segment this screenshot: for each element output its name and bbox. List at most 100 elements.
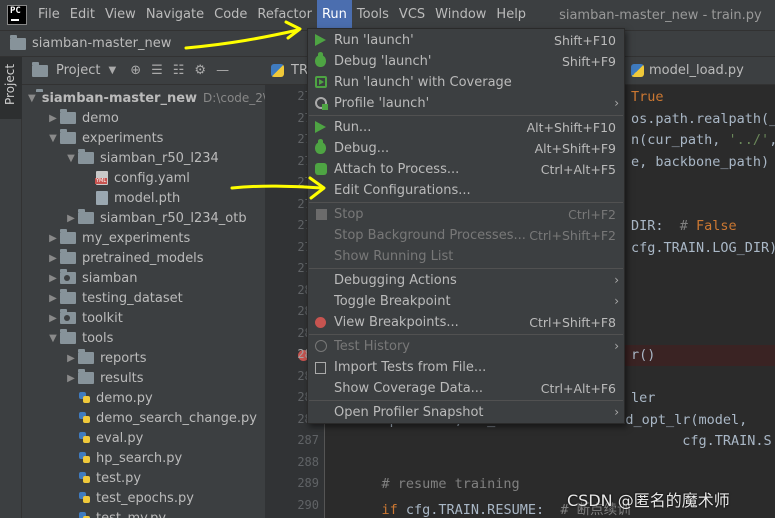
- python-file-icon: [78, 511, 92, 518]
- tree-item-path: D:\code_2\: [203, 91, 265, 105]
- tree-item[interactable]: model.pth: [22, 188, 265, 208]
- chevron-right-icon[interactable]: ▶: [46, 253, 60, 264]
- chevron-right-icon[interactable]: ▶: [46, 233, 60, 244]
- line-number: 287: [297, 433, 319, 447]
- folder-icon: [60, 129, 76, 144]
- menu-item-edit-configurations[interactable]: Edit Configurations...: [308, 180, 624, 201]
- menu-item-attach-to-process[interactable]: Attach to Process... Ctrl+Alt+F5: [308, 159, 624, 180]
- menu-item-shortcut: Shift+F9: [561, 54, 616, 69]
- menu-item-test-history[interactable]: Test History ›: [308, 336, 624, 357]
- expand-all-icon[interactable]: ☰: [151, 63, 163, 78]
- tool-window-strip: Project: [0, 57, 22, 518]
- menu-file[interactable]: File: [33, 0, 65, 30]
- menu-item-import-tests-from-file[interactable]: Import Tests from File...: [308, 357, 624, 378]
- menu-item-run[interactable]: Run... Alt+Shift+F10: [308, 117, 624, 138]
- menu-item-shortcut: Ctrl+Alt+F5: [540, 162, 616, 177]
- menu-item-show-coverage-data[interactable]: Show Coverage Data... Ctrl+Alt+F6: [308, 378, 624, 399]
- tree-item[interactable]: ▼ siamban_r50_l234: [22, 148, 265, 168]
- breadcrumb-project[interactable]: siamban-master_new: [32, 36, 171, 51]
- python-file-icon: [78, 431, 92, 445]
- tree-item[interactable]: hp_search.py: [22, 448, 265, 468]
- tree-item-label: results: [100, 370, 144, 386]
- collapse-all-icon[interactable]: ☷: [173, 63, 185, 78]
- chevron-down-icon[interactable]: ▼: [28, 93, 36, 104]
- project-panel-title[interactable]: Project: [56, 63, 100, 78]
- chevron-right-icon: ›: [614, 273, 619, 287]
- tree-item[interactable]: ▶ demo: [22, 108, 265, 128]
- menu-item-view-breakpoints[interactable]: View Breakpoints... Ctrl+Shift+F8: [308, 312, 624, 333]
- menu-item-debug-launch[interactable]: Debug 'launch' Shift+F9: [308, 51, 624, 72]
- tree-item[interactable]: ▼ siamban-master_new D:\code_2\: [22, 88, 265, 108]
- chevron-right-icon[interactable]: ▶: [64, 373, 78, 384]
- menu-bar: PC File Edit View Navigate Code Refactor Run To…: [0, 0, 775, 30]
- tree-item[interactable]: ▶ my_experiments: [22, 228, 265, 248]
- hide-icon[interactable]: —: [216, 63, 229, 78]
- menu-item-profile-launch[interactable]: Profile 'launch' ›: [308, 93, 624, 114]
- menu-item-shortcut: Ctrl+Alt+F6: [540, 381, 616, 396]
- editor-tab-model-load[interactable]: model_load.py: [629, 57, 744, 85]
- menu-code[interactable]: Code: [209, 0, 252, 30]
- menu-edit[interactable]: Edit: [65, 0, 100, 30]
- menu-run[interactable]: Run: [316, 0, 352, 30]
- menu-window[interactable]: Window: [430, 0, 491, 30]
- menu-item-stop-background-processes[interactable]: Stop Background Processes... Ctrl+Shift+F…: [308, 225, 624, 246]
- folder-icon: [10, 34, 26, 50]
- tree-item[interactable]: ▶ siamban_r50_l234_otb: [22, 208, 265, 228]
- menu-item-stop[interactable]: Stop Ctrl+F2: [308, 204, 624, 225]
- menu-item-show-running-list[interactable]: Show Running List: [308, 246, 624, 267]
- chevron-down-icon[interactable]: ▼: [64, 153, 78, 164]
- tree-item-label: demo.py: [96, 390, 153, 406]
- chevron-right-icon: ›: [614, 339, 619, 353]
- line-number: 288: [297, 454, 319, 469]
- tree-item[interactable]: demo.py: [22, 388, 265, 408]
- menu-item-run-launch[interactable]: Run 'launch' Shift+F10: [308, 30, 624, 51]
- chevron-right-icon[interactable]: ▶: [64, 353, 78, 364]
- menu-item-open-profiler-snapshot[interactable]: Open Profiler Snapshot ›: [308, 402, 624, 423]
- menu-item-debugging-actions[interactable]: Debugging Actions ›: [308, 270, 624, 291]
- menu-item-label: Debugging Actions: [334, 273, 457, 288]
- tree-item[interactable]: eval.py: [22, 428, 265, 448]
- menu-navigate[interactable]: Navigate: [141, 0, 209, 30]
- chevron-right-icon[interactable]: ▶: [46, 273, 60, 284]
- tree-item-label: tools: [82, 330, 114, 346]
- tree-item[interactable]: ▶ pretrained_models: [22, 248, 265, 268]
- chevron-right-icon[interactable]: ▶: [46, 113, 60, 124]
- menu-item-toggle-breakpoint[interactable]: Toggle Breakpoint ›: [308, 291, 624, 312]
- menu-item-debug[interactable]: Debug... Alt+Shift+F9: [308, 138, 624, 159]
- tree-item-label: test.py: [96, 470, 142, 486]
- project-tool-tab[interactable]: Project: [0, 57, 22, 119]
- tree-item[interactable]: ▶ reports: [22, 348, 265, 368]
- menu-item-label: Profile 'launch': [334, 96, 430, 111]
- chevron-right-icon[interactable]: ▶: [46, 293, 60, 304]
- tree-item[interactable]: test_my.py: [22, 508, 265, 518]
- tree-item[interactable]: ▶ siamban: [22, 268, 265, 288]
- code-line: e, backbone_path): [631, 153, 770, 170]
- menu-tools[interactable]: Tools: [352, 0, 394, 30]
- menu-item-label: View Breakpoints...: [334, 315, 459, 330]
- menu-view[interactable]: View: [100, 0, 141, 30]
- tree-item[interactable]: ▼ tools: [22, 328, 265, 348]
- locate-icon[interactable]: ⊕: [130, 63, 141, 78]
- menu-help[interactable]: Help: [491, 0, 531, 30]
- chevron-right-icon[interactable]: ▶: [64, 213, 78, 224]
- code-line: cfg.TRAIN.LOG_DIR): [631, 239, 775, 256]
- chevron-down-icon[interactable]: ▼: [46, 333, 60, 344]
- tree-item[interactable]: config.yaml: [22, 168, 265, 188]
- tree-item[interactable]: ▶ toolkit: [22, 308, 265, 328]
- menu-vcs[interactable]: VCS: [394, 0, 430, 30]
- menu-refactor[interactable]: Refactor: [252, 0, 317, 30]
- tree-item-label: siamban: [82, 270, 138, 286]
- chevron-down-icon[interactable]: ▼: [46, 133, 60, 144]
- tree-item[interactable]: ▼ experiments: [22, 128, 265, 148]
- chevron-right-icon[interactable]: ▶: [46, 313, 60, 324]
- gear-icon[interactable]: ⚙: [194, 63, 206, 78]
- tree-item[interactable]: ▶ testing_dataset: [22, 288, 265, 308]
- tree-item[interactable]: ▶ results: [22, 368, 265, 388]
- code-line: # resume training: [381, 476, 520, 492]
- tree-item[interactable]: test_epochs.py: [22, 488, 265, 508]
- menu-item-run-launch-with-coverage[interactable]: Run 'launch' with Coverage: [308, 72, 624, 93]
- chevron-down-icon[interactable]: ▼: [108, 65, 116, 76]
- menu-item-shortcut: Alt+Shift+F10: [526, 120, 616, 135]
- tree-item[interactable]: demo_search_change.py: [22, 408, 265, 428]
- tree-item[interactable]: test.py: [22, 468, 265, 488]
